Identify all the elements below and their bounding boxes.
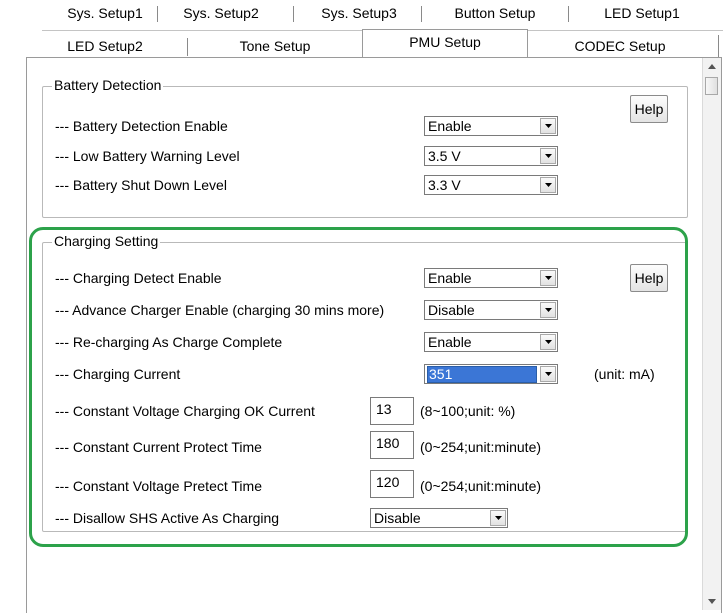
disallow-shs-label: --- Disallow SHS Active As Charging bbox=[55, 510, 280, 526]
charging-current-unit: (unit: mA) bbox=[594, 366, 655, 382]
tab-led-setup2[interactable]: LED Setup2 bbox=[45, 35, 165, 57]
arrow-up-icon[interactable] bbox=[703, 58, 721, 75]
advance-charger-enable-select[interactable]: Disable bbox=[424, 300, 558, 320]
arrow-down-icon[interactable] bbox=[703, 593, 721, 610]
advance-charger-enable-label: --- Advance Charger Enable (charging 30 … bbox=[55, 302, 385, 318]
disallow-shs-select[interactable]: Disable bbox=[370, 508, 508, 528]
vertical-scrollbar[interactable] bbox=[702, 58, 721, 610]
tab-separator bbox=[568, 6, 569, 22]
input-value: 180 bbox=[376, 435, 400, 451]
chevron-down-icon[interactable] bbox=[540, 118, 556, 134]
low-battery-warning-label: --- Low Battery Warning Level bbox=[55, 148, 240, 164]
chevron-down-icon[interactable] bbox=[540, 148, 556, 164]
cv-ok-current-hint: (8~100;unit: %) bbox=[420, 403, 516, 419]
cv-ok-current-input[interactable]: 13 bbox=[370, 397, 414, 425]
tab-separator bbox=[187, 38, 188, 56]
tab-separator bbox=[293, 6, 294, 22]
charging-current-select[interactable]: 351 bbox=[424, 364, 558, 384]
cv-protect-time-input[interactable]: 120 bbox=[370, 470, 414, 498]
battery-shutdown-select[interactable]: 3.3 V bbox=[424, 175, 558, 195]
tab-button-setup[interactable]: Button Setup bbox=[425, 2, 565, 24]
tab-sys-setup3[interactable]: Sys. Setup3 bbox=[300, 2, 418, 24]
cv-protect-time-label: --- Constant Voltage Pretect Time bbox=[55, 478, 262, 494]
low-battery-warning-select[interactable]: 3.5 V bbox=[424, 146, 558, 166]
select-value: 3.5 V bbox=[428, 148, 461, 164]
input-value: 13 bbox=[376, 401, 392, 417]
tab-separator bbox=[157, 6, 158, 22]
input-value: 120 bbox=[376, 474, 400, 490]
scroll-thumb[interactable] bbox=[705, 77, 718, 95]
select-value: Enable bbox=[428, 334, 472, 350]
select-value: Enable bbox=[428, 118, 472, 134]
chevron-down-icon[interactable] bbox=[540, 334, 556, 350]
chevron-down-icon[interactable] bbox=[540, 366, 556, 382]
select-value: Disable bbox=[428, 302, 475, 318]
chevron-down-icon[interactable] bbox=[540, 177, 556, 193]
battery-help-button[interactable]: Help bbox=[630, 95, 668, 123]
chevron-down-icon[interactable] bbox=[540, 270, 556, 286]
recharging-select[interactable]: Enable bbox=[424, 332, 558, 352]
select-value: Disable bbox=[374, 510, 421, 526]
charging-detect-enable-label: --- Charging Detect Enable bbox=[55, 270, 222, 286]
tab-separator bbox=[421, 6, 422, 22]
chevron-down-icon[interactable] bbox=[540, 302, 556, 318]
cc-protect-time-label: --- Constant Current Protect Time bbox=[55, 439, 262, 455]
charging-current-label: --- Charging Current bbox=[55, 366, 181, 382]
tab-sys-setup1[interactable]: Sys. Setup1 bbox=[55, 2, 155, 24]
select-value: 3.3 V bbox=[428, 177, 461, 193]
tab-codec-setup[interactable]: CODEC Setup bbox=[540, 35, 700, 57]
cv-ok-current-label: --- Constant Voltage Charging OK Current bbox=[55, 403, 315, 419]
battery-detection-title: Battery Detection bbox=[52, 77, 164, 93]
tab-pmu-setup[interactable]: PMU Setup bbox=[362, 29, 528, 58]
cv-protect-time-hint: (0~254;unit:minute) bbox=[420, 478, 542, 494]
battery-shutdown-label: --- Battery Shut Down Level bbox=[55, 177, 227, 193]
select-value: 351 bbox=[427, 366, 537, 383]
tab-sys-setup2[interactable]: Sys. Setup2 bbox=[162, 2, 280, 24]
battery-detection-enable-select[interactable]: Enable bbox=[424, 116, 558, 136]
charging-detect-enable-select[interactable]: Enable bbox=[424, 268, 558, 288]
tab-separator bbox=[718, 35, 719, 57]
recharging-label: --- Re-charging As Charge Complete bbox=[55, 334, 283, 350]
charging-help-button[interactable]: Help bbox=[630, 264, 668, 292]
tab-led-setup1[interactable]: LED Setup1 bbox=[572, 2, 712, 24]
battery-detection-enable-label: --- Battery Detection Enable bbox=[55, 118, 228, 134]
select-value: Enable bbox=[428, 270, 472, 286]
cc-protect-time-input[interactable]: 180 bbox=[370, 431, 414, 459]
cc-protect-time-hint: (0~254;unit:minute) bbox=[420, 439, 542, 455]
chevron-down-icon[interactable] bbox=[490, 510, 506, 526]
tab-tone-setup[interactable]: Tone Setup bbox=[195, 35, 355, 57]
charging-setting-title: Charging Setting bbox=[52, 233, 161, 249]
